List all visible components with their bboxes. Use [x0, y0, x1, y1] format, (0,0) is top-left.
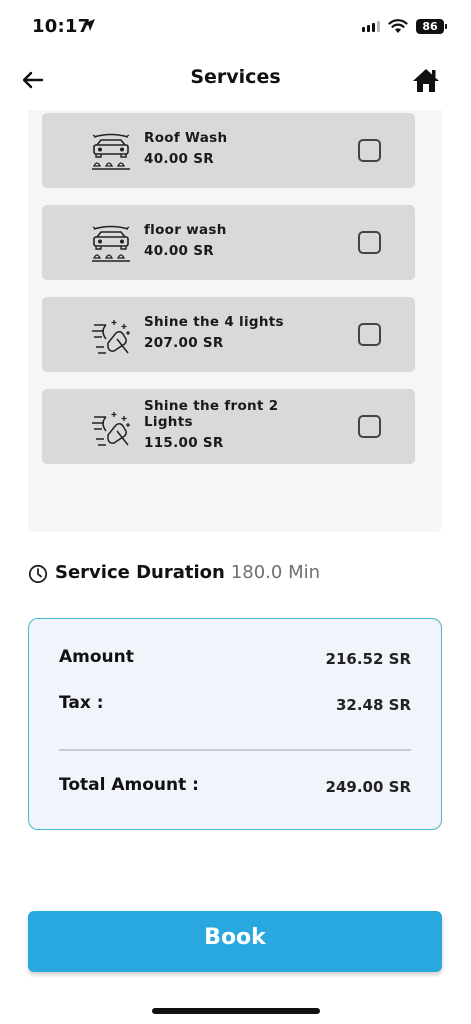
status-bar: 10:17 86 — [0, 0, 471, 52]
tax-label: Tax : — [59, 693, 104, 713]
service-item[interactable]: Shine the front 2 Lights 115.00 SR — [42, 389, 415, 464]
duration-value: 180.0 Min — [230, 562, 321, 583]
service-checkbox[interactable] — [358, 231, 381, 254]
service-name: Roof Wash — [144, 130, 228, 146]
service-item[interactable]: Roof Wash 40.00 SR — [42, 113, 415, 188]
service-name: Shine the front 2 Lights — [144, 398, 279, 430]
page-title: Services — [190, 66, 281, 88]
service-checkbox[interactable] — [358, 139, 381, 162]
location-arrow-icon — [83, 19, 95, 31]
headlight-polish-icon — [92, 412, 130, 446]
car-wash-icon — [92, 133, 130, 170]
home-indicator — [152, 1008, 320, 1014]
cellular-signal-icon — [362, 21, 380, 32]
car-wash-icon — [92, 225, 130, 262]
tax-value: 32.48 SR — [335, 696, 411, 714]
duration-label: Service Duration — [55, 562, 225, 583]
amount-label: Amount — [59, 647, 134, 667]
total-amount-value: 249.00 SR — [325, 778, 411, 796]
service-price: 115.00 SR — [144, 435, 224, 451]
book-button[interactable]: Book — [28, 911, 442, 972]
service-duration: Service Duration 180.0 Min — [28, 561, 320, 584]
battery-indicator: 86 — [416, 19, 447, 34]
nav-bar: Services — [0, 58, 471, 102]
amount-value: 216.52 SR — [325, 650, 411, 668]
home-icon[interactable] — [411, 66, 441, 94]
service-name: Shine the 4 lights — [144, 314, 284, 330]
services-list: Roof Wash 40.00 SR floor wash 40.00 SR S… — [28, 110, 442, 532]
service-checkbox[interactable] — [358, 323, 381, 346]
wifi-icon — [388, 19, 408, 33]
price-summary-card: Amount 216.52 SR Tax : 32.48 SR Total Am… — [28, 618, 442, 830]
divider — [59, 749, 411, 751]
service-price: 40.00 SR — [144, 151, 214, 167]
service-price: 207.00 SR — [144, 335, 224, 351]
service-price: 40.00 SR — [144, 243, 214, 259]
clock-icon — [28, 564, 48, 584]
service-item[interactable]: Shine the 4 lights 207.00 SR — [42, 297, 415, 372]
service-item[interactable]: floor wash 40.00 SR — [42, 205, 415, 280]
service-checkbox[interactable] — [358, 415, 381, 438]
total-amount-label: Total Amount : — [59, 775, 199, 795]
headlight-polish-icon — [92, 320, 130, 354]
service-name: floor wash — [144, 222, 227, 238]
